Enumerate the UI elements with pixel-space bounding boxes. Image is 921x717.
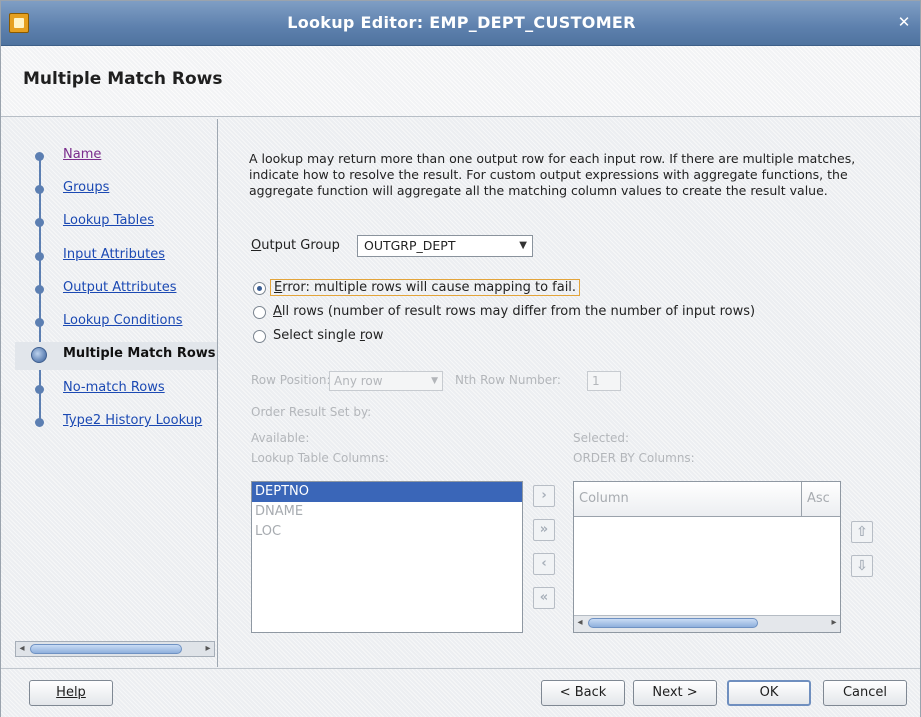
nav-item-label: Multiple Match Rows [63, 346, 216, 361]
table-horizontal-scrollbar[interactable]: ◂ ▸ [574, 615, 840, 632]
scroll-thumb[interactable] [30, 644, 182, 654]
nav-item-no-match-rows[interactable]: No-match Rows [15, 376, 217, 404]
selected-label: Selected: [573, 431, 630, 445]
page-header: Multiple Match Rows [1, 46, 920, 117]
nav-step-icon [35, 185, 44, 194]
scroll-left-icon[interactable]: ◂ [16, 642, 28, 656]
nav-step-icon [35, 385, 44, 394]
nth-row-number-spinner[interactable]: 1 [587, 371, 621, 391]
back-button[interactable]: < Back [541, 680, 625, 706]
move-all-right-button[interactable]: » [533, 519, 555, 541]
nav-item-label[interactable]: Name [63, 147, 101, 162]
nav-horizontal-scrollbar[interactable]: ◂ ▸ [15, 641, 215, 657]
wizard-nav: Name Groups Lookup Tables Input Attribut… [15, 119, 218, 667]
row-position-select[interactable]: Any row ▼ [329, 371, 443, 391]
list-item[interactable]: LOC [252, 522, 522, 542]
column-header[interactable]: Column [574, 482, 802, 516]
option-all-rows[interactable]: All rows (number of result rows may diff… [249, 303, 849, 323]
list-item[interactable]: DEPTNO [252, 482, 522, 502]
available-label: Available: [251, 431, 310, 445]
nav-item-lookup-conditions[interactable]: Lookup Conditions [15, 309, 217, 337]
nav-step-icon [35, 318, 44, 327]
ok-button[interactable]: OK [727, 680, 811, 706]
nav-step-icon [35, 418, 44, 427]
nav-item-name[interactable]: Name [15, 143, 217, 171]
order-result-label: Order Result Set by: [251, 405, 372, 419]
help-button[interactable]: Help [29, 680, 113, 706]
nav-item-label[interactable]: Input Attributes [63, 247, 165, 262]
nav-item-label[interactable]: Lookup Conditions [63, 313, 182, 328]
dropdown-arrow-icon[interactable]: ▼ [519, 236, 527, 256]
nth-row-number-value: 1 [592, 374, 600, 388]
nav-item-input-attributes[interactable]: Input Attributes [15, 243, 217, 271]
nav-item-multiple-match-rows[interactable]: Multiple Match Rows [15, 342, 217, 370]
main-content: A lookup may return more than one output… [249, 151, 899, 633]
radio-error-label[interactable]: Error: multiple rows will cause mapping … [270, 279, 581, 296]
nav-item-label[interactable]: Lookup Tables [63, 213, 154, 228]
available-columns-list[interactable]: DEPTNO DNAME LOC [251, 481, 523, 633]
radio-all-rows[interactable] [253, 306, 266, 319]
output-group-value: OUTGRP_DEPT [364, 238, 456, 253]
row-position-value: Any row [334, 374, 383, 388]
move-right-button[interactable]: › [533, 485, 555, 507]
close-icon[interactable]: ✕ [894, 12, 914, 32]
radio-all-rows-label[interactable]: All rows (number of result rows may diff… [273, 304, 755, 319]
asc-header[interactable]: Asc [802, 482, 830, 516]
nav-item-label[interactable]: Type2 History Lookup [63, 413, 202, 428]
nav-item-label[interactable]: No-match Rows [63, 380, 165, 395]
scroll-right-icon[interactable]: ▸ [828, 616, 840, 630]
option-error[interactable]: Error: multiple rows will cause mapping … [249, 279, 649, 299]
nav-item-label[interactable]: Output Attributes [63, 280, 176, 295]
scroll-right-icon[interactable]: ▸ [202, 642, 214, 656]
output-group-label: Output Group [251, 238, 340, 253]
scroll-thumb[interactable] [588, 618, 758, 628]
radio-single-row[interactable] [253, 330, 266, 343]
nav-step-icon [35, 152, 44, 161]
scroll-left-icon[interactable]: ◂ [574, 616, 586, 630]
order-by-columns-table[interactable]: Column Asc ◂ ▸ [573, 481, 841, 633]
order-by-columns-label: ORDER BY Columns: [573, 451, 695, 465]
help-label: Help [56, 685, 86, 700]
move-left-button[interactable]: ‹ [533, 553, 555, 575]
title-bar[interactable]: Lookup Editor: EMP_DEPT_CUSTOMER ✕ [1, 1, 920, 46]
option-single-row[interactable]: Select single row [249, 327, 549, 347]
move-down-button[interactable]: ⇩ [851, 555, 873, 577]
nav-step-icon [35, 285, 44, 294]
row-position-label: Row Position: [251, 373, 331, 387]
move-all-left-button[interactable]: « [533, 587, 555, 609]
page-title: Multiple Match Rows [23, 69, 223, 89]
list-item[interactable]: DNAME [252, 502, 522, 522]
radio-single-row-label[interactable]: Select single row [273, 328, 384, 343]
nav-item-output-attributes[interactable]: Output Attributes [15, 276, 217, 304]
nav-item-type2-history-lookup[interactable]: Type2 History Lookup [15, 409, 217, 437]
table-header: Column Asc [574, 482, 840, 517]
nav-item-groups[interactable]: Groups [15, 176, 217, 204]
radio-error[interactable] [253, 282, 266, 295]
output-group-select[interactable]: OUTGRP_DEPT ▼ [357, 235, 533, 257]
description-text: A lookup may return more than one output… [249, 151, 856, 198]
body-area: Name Groups Lookup Tables Input Attribut… [1, 117, 920, 667]
nav-item-label[interactable]: Groups [63, 180, 109, 195]
move-up-button[interactable]: ⇧ [851, 521, 873, 543]
button-bar: Help < Back Next > OK Cancel [1, 668, 920, 717]
nav-step-icon [35, 218, 44, 227]
nav-step-icon [35, 252, 44, 261]
lookup-editor-window: Lookup Editor: EMP_DEPT_CUSTOMER ✕ Multi… [0, 0, 921, 717]
lookup-table-columns-label: Lookup Table Columns: [251, 451, 389, 465]
cancel-button[interactable]: Cancel [823, 680, 907, 706]
dropdown-arrow-icon: ▼ [431, 376, 438, 386]
current-step-icon [31, 347, 47, 363]
output-group-row: Output Group OUTGRP_DEPT ▼ [249, 235, 549, 259]
nav-item-lookup-tables[interactable]: Lookup Tables [15, 209, 217, 237]
window-title: Lookup Editor: EMP_DEPT_CUSTOMER [287, 13, 636, 32]
next-button[interactable]: Next > [633, 680, 717, 706]
nth-row-number-label: Nth Row Number: [455, 373, 561, 387]
